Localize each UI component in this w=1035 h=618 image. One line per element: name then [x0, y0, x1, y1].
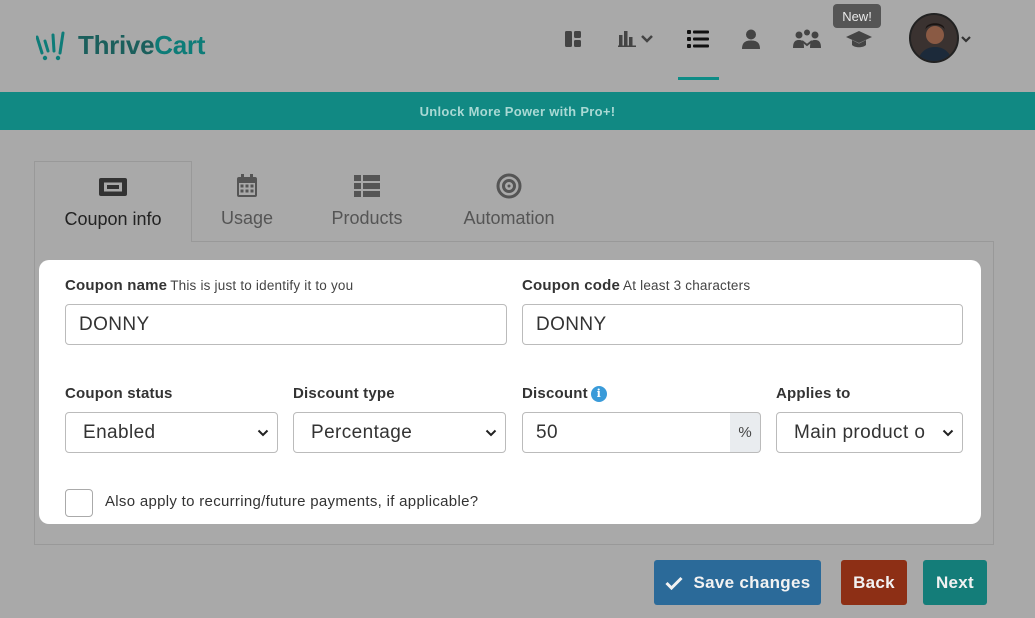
target-icon	[496, 173, 522, 199]
coupon-code-input[interactable]: DONNY	[522, 304, 963, 345]
tab-automation[interactable]: Automation	[453, 161, 565, 242]
list-icon[interactable]	[686, 26, 710, 52]
brand-name: ThriveCart	[78, 30, 206, 60]
discount-type-label: Discount type	[293, 385, 395, 402]
dashboard-icon[interactable]	[563, 26, 583, 52]
info-icon[interactable]: i	[590, 385, 607, 402]
tab-label: Products	[331, 208, 403, 228]
tab-label: Coupon info	[64, 209, 162, 229]
chevron-down-icon	[942, 427, 954, 439]
percent-addon: %	[730, 412, 761, 453]
chevron-down-icon[interactable]	[960, 31, 972, 49]
ticket-icon	[98, 174, 128, 200]
save-changes-button[interactable]: Save changes	[654, 560, 821, 605]
list-icon	[354, 173, 380, 199]
calendar-icon	[236, 173, 258, 199]
graduation-cap-icon[interactable]	[845, 26, 873, 52]
back-button[interactable]: Back	[841, 560, 907, 605]
discount-label: Discount i	[522, 385, 607, 402]
next-button[interactable]: Next	[923, 560, 987, 605]
new-badge: New!	[833, 4, 881, 28]
chevron-down-icon	[485, 429, 497, 437]
tab-label: Usage	[220, 208, 274, 228]
top-navbar: ThriveCart New!	[0, 0, 1035, 92]
coupon-status-label: Coupon status	[65, 385, 173, 402]
tab-products[interactable]: Products	[320, 161, 414, 242]
recurring-checkbox-label: Also apply to recurring/future payments,…	[105, 493, 479, 510]
coupon-name-input[interactable]: DONNY	[65, 304, 507, 345]
logo-mark-icon	[36, 31, 65, 60]
discount-input[interactable]: 50	[522, 412, 731, 453]
tab-usage[interactable]: Usage	[206, 161, 288, 242]
applies-to-value: Main product o	[794, 421, 926, 443]
save-button-label: Save changes	[693, 572, 811, 592]
recurring-checkbox[interactable]	[65, 489, 93, 517]
active-nav-indicator	[678, 77, 719, 80]
user-icon[interactable]	[740, 26, 762, 52]
applies-to-select[interactable]: Main product o	[776, 412, 963, 453]
tab-label: Automation	[463, 208, 555, 228]
avatar[interactable]	[909, 13, 959, 63]
analytics-icon[interactable]	[616, 26, 656, 52]
applies-to-label: Applies to	[776, 385, 851, 402]
checkmark-icon	[664, 576, 683, 590]
upgrade-promo-banner[interactable]: Unlock More Power with Pro+!	[0, 92, 1035, 130]
discount-type-value: Percentage	[311, 421, 413, 443]
coupon-name-label: Coupon name This is just to identify it t…	[65, 277, 354, 294]
discount-type-select[interactable]: Percentage	[293, 412, 506, 453]
coupon-code-label: Coupon code At least 3 characters	[522, 277, 751, 294]
coupon-status-value: Enabled	[83, 421, 156, 443]
tab-coupon-info[interactable]: Coupon info	[34, 161, 192, 242]
coupon-status-select[interactable]: Enabled	[65, 412, 278, 453]
affiliates-icon[interactable]	[793, 26, 821, 52]
chevron-down-icon	[257, 429, 269, 437]
thrivecart-logo[interactable]: ThriveCart	[36, 30, 205, 61]
